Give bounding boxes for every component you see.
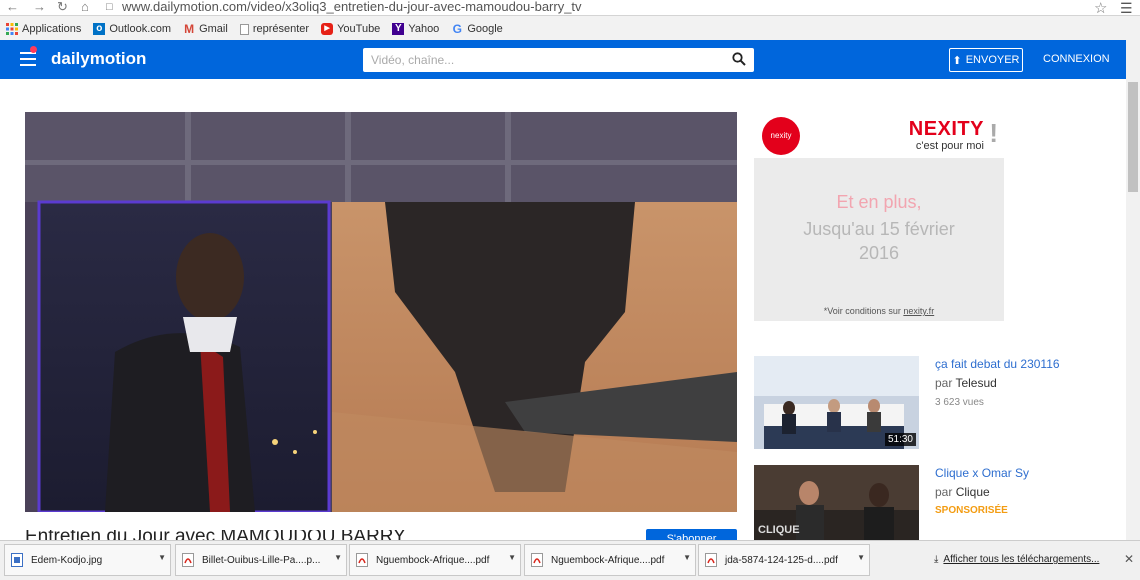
- bookmark-label: Yahoo: [408, 23, 440, 35]
- search-input[interactable]: Vidéo, chaîne...: [363, 48, 754, 72]
- related-video-title[interactable]: Clique x Omar Sy: [935, 466, 1029, 480]
- bookmark-outlook[interactable]: o Outlook.com: [93, 23, 171, 35]
- bookmark-gmail[interactable]: M Gmail: [183, 23, 228, 35]
- download-icon: ⤓: [934, 554, 939, 565]
- bookmark-star-icon[interactable]: ☆: [1094, 0, 1107, 17]
- ad-conditions-link[interactable]: nexity.fr: [903, 306, 934, 316]
- google-icon: G: [452, 22, 462, 36]
- login-link[interactable]: CONNEXION: [1043, 53, 1110, 65]
- show-all-downloads-link[interactable]: ⤓ Afficher tous les téléchargements...: [934, 554, 1099, 565]
- url-text[interactable]: www.dailymotion.com/video/x3oliq3_entret…: [122, 0, 582, 14]
- download-filename: Nguembock-Afrique....pdf: [376, 554, 490, 566]
- hamburger-menu-icon[interactable]: [20, 46, 37, 66]
- page-icon: [239, 23, 249, 35]
- download-menu-arrow-icon[interactable]: ▼: [158, 553, 166, 562]
- download-filename: Billet-Ouibus-Lille-Pa....p...: [202, 554, 321, 566]
- video-thumbnail[interactable]: CLIQUE: [754, 465, 919, 540]
- channel-link[interactable]: Telesud: [955, 376, 996, 390]
- video-title: Entretien du Jour avec MAMOUDOU BARRY: [25, 530, 406, 540]
- downloads-bar: Edem-Kodjo.jpg ▼ Billet-Ouibus-Lille-Pa.…: [0, 540, 1140, 580]
- advertisement[interactable]: nexity NEXITY c'est pour moi ! Et en plu…: [754, 112, 1004, 321]
- pdf-file-icon: [182, 553, 194, 567]
- outlook-icon: o: [93, 23, 106, 35]
- page-icon: □: [106, 1, 113, 13]
- bookmark-label: Outlook.com: [109, 23, 172, 35]
- ad-line-1: Et en plus,: [836, 192, 922, 212]
- channel-link[interactable]: Clique: [956, 485, 990, 499]
- ad-line-2: Jusqu'au 15 février: [803, 219, 955, 239]
- download-filename: Edem-Kodjo.jpg: [31, 554, 103, 566]
- download-item[interactable]: Nguembock-Afrique....pdf ▼: [524, 544, 696, 576]
- youtube-icon: ▶: [321, 23, 334, 35]
- download-menu-arrow-icon[interactable]: ▼: [334, 553, 342, 562]
- forward-icon[interactable]: →: [33, 0, 46, 14]
- ad-tagline: c'est pour moi: [915, 140, 984, 152]
- bookmark-applications[interactable]: Applications: [6, 23, 81, 35]
- pdf-file-icon: [356, 553, 368, 567]
- upload-icon: ⬆: [952, 54, 962, 67]
- bookmark-label: Google: [467, 23, 503, 35]
- download-menu-arrow-icon[interactable]: ▼: [683, 553, 691, 562]
- bookmark-label: Gmail: [199, 23, 228, 35]
- related-video-channel: par Clique: [935, 485, 990, 499]
- download-item[interactable]: jda-5874-124-125-d....pdf ▼: [698, 544, 870, 576]
- ad-brand: NEXITY: [908, 118, 984, 140]
- scrollbar-thumb[interactable]: [1128, 82, 1138, 192]
- download-menu-arrow-icon[interactable]: ▼: [857, 553, 865, 562]
- svg-text:CLIQUE: CLIQUE: [758, 524, 800, 536]
- pdf-file-icon: [705, 553, 717, 567]
- bookmark-google[interactable]: G Google: [451, 22, 503, 36]
- bookmark-label: Applications: [22, 23, 82, 35]
- yahoo-icon: Y: [392, 23, 405, 35]
- bookmark-yahoo[interactable]: Y Yahoo: [392, 23, 439, 35]
- gmail-icon: M: [184, 22, 195, 36]
- bookmark-label: représenter: [252, 23, 310, 35]
- related-video-channel: par Telesud: [935, 376, 997, 390]
- video-player[interactable]: [25, 112, 737, 512]
- browser-chrome: ← → ↻ ⌂ □ www.dailymotion.com/video/x3ol…: [0, 0, 1140, 40]
- ad-banner-top: nexity NEXITY c'est pour moi !: [754, 112, 1004, 158]
- ad-conditions: *Voir conditions sur nexity.fr: [823, 306, 935, 316]
- download-item[interactable]: Nguembock-Afrique....pdf ▼: [349, 544, 521, 576]
- search-icon[interactable]: [732, 52, 746, 66]
- video-duration: 51:30: [884, 433, 916, 446]
- upload-label: ENVOYER: [965, 54, 1020, 66]
- pdf-file-icon: [531, 553, 543, 567]
- download-item[interactable]: Billet-Ouibus-Lille-Pa....p... ▼: [175, 544, 347, 576]
- ad-exclamation: !: [989, 118, 998, 148]
- related-video-title[interactable]: ça fait debat du 230116: [935, 357, 1060, 371]
- download-filename: jda-5874-124-125-d....pdf: [725, 554, 838, 566]
- bookmark-label: YouTube: [337, 23, 381, 35]
- video-frame: [25, 112, 737, 512]
- follow-button[interactable]: S'abonner: [646, 529, 737, 540]
- back-icon[interactable]: ←: [6, 0, 19, 14]
- related-video-item[interactable]: CLIQUE Clique x Omar Sy par Clique SPONS…: [754, 465, 1114, 540]
- bookmark-representer[interactable]: représenter: [239, 23, 310, 35]
- upload-button[interactable]: ⬆ ENVOYER: [949, 48, 1023, 72]
- site-header: dailymotion Vidéo, chaîne... ⬆ ENVOYER C…: [0, 40, 1126, 79]
- address-bar[interactable]: ← → ↻ ⌂ □ www.dailymotion.com/video/x3ol…: [0, 0, 1140, 17]
- home-icon[interactable]: ⌂: [81, 0, 89, 14]
- close-icon[interactable]: ✕: [1124, 552, 1134, 566]
- sponsored-badge: SPONSORISÉE: [935, 505, 1008, 516]
- search-placeholder: Vidéo, chaîne...: [371, 53, 455, 67]
- menu-icon[interactable]: ☰: [1120, 0, 1133, 17]
- scrollbar[interactable]: [1126, 40, 1140, 540]
- video-thumbnail[interactable]: 51:30: [754, 356, 919, 449]
- image-file-icon: [11, 553, 23, 567]
- download-filename: Nguembock-Afrique....pdf: [551, 554, 665, 566]
- notification-dot: [30, 46, 37, 53]
- apps-icon: [6, 23, 18, 35]
- related-video-item[interactable]: 51:30 ça fait debat du 230116 par Telesu…: [754, 356, 1114, 450]
- reload-icon[interactable]: ↻: [57, 0, 68, 14]
- bookmarks-bar: Applications o Outlook.com M Gmail repré…: [0, 18, 1140, 40]
- nexity-logo: nexity: [762, 117, 800, 155]
- bookmark-youtube[interactable]: ▶ YouTube: [321, 23, 380, 35]
- related-video-views: 3 623 vues: [935, 397, 984, 408]
- download-item[interactable]: Edem-Kodjo.jpg ▼: [4, 544, 171, 576]
- ad-line-3: 2016: [858, 243, 900, 263]
- download-menu-arrow-icon[interactable]: ▼: [508, 553, 516, 562]
- dailymotion-logo[interactable]: dailymotion: [51, 49, 146, 69]
